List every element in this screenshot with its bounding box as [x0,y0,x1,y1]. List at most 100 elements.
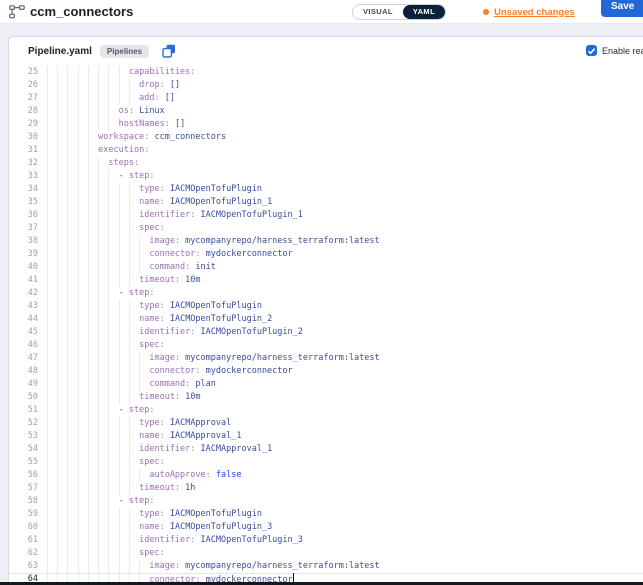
yaml-key: image [149,236,175,246]
indent-guide [67,352,77,365]
indent-guide [119,547,129,560]
yaml-value: IACMApproval_1 [165,431,242,441]
yaml-key: type [139,301,159,311]
indent-guide [47,196,57,209]
line-number: 26 [9,79,47,92]
code-line[interactable]: 57timeout: 1h [9,482,643,495]
code-line[interactable]: 29hostNames: [] [9,118,643,131]
code-line[interactable]: 43type: IACMOpenTofuPlugin [9,300,643,313]
code-line[interactable]: 51- step: [9,404,643,417]
code-line[interactable]: 42- step: [9,287,643,300]
indent-guide [78,339,88,352]
code-line[interactable]: 38image: mycompanyrepo/harness_terraform… [9,235,643,248]
yaml-key: type [139,509,159,519]
line-number: 29 [9,118,47,131]
code-line[interactable]: 48connector: mydockerconnector [9,365,643,378]
yaml-lines[interactable]: 25capabilities:26drop: []27add: []28os: … [9,65,643,585]
code-line[interactable]: 56autoApprove: false [9,469,643,482]
line-number: 56 [9,469,47,482]
indent-guide [119,391,129,404]
indent-guide [108,248,118,261]
indent-guide [78,417,88,430]
checkbox-checked-icon[interactable] [586,45,597,56]
code-line[interactable]: 35name: IACMOpenTofuPlugin_1 [9,196,643,209]
line-number: 35 [9,196,47,209]
line-number: 39 [9,248,47,261]
indent-guide [129,365,139,378]
indent-guide [57,118,67,131]
indent-guide [57,222,67,235]
indent-guide [98,391,108,404]
code-line[interactable]: 27add: [] [9,92,643,105]
indent-guide [98,534,108,547]
unsaved-changes-link[interactable]: Unsaved changes [494,7,575,18]
indent-guide [98,508,108,521]
indent-guide [108,313,118,326]
code-line[interactable]: 41timeout: 10m [9,274,643,287]
save-button-label[interactable]: Save [601,0,643,17]
indent-guide [98,547,108,560]
indent-guide [88,391,98,404]
code-line[interactable]: 58- step: [9,495,643,508]
line-number: 31 [9,144,47,157]
indent-guide [57,339,67,352]
code-line[interactable]: 44name: IACMOpenTofuPlugin_2 [9,313,643,326]
code-line[interactable]: 39connector: mydockerconnector [9,248,643,261]
line-number: 40 [9,261,47,274]
code-line[interactable]: 59type: IACMOpenTofuPlugin [9,508,643,521]
code-line[interactable]: 25capabilities: [9,66,643,79]
indent-guide [119,521,129,534]
code-line[interactable]: 46spec: [9,339,643,352]
indent-guide [67,79,77,92]
indent-guide [88,261,98,274]
code-line[interactable]: 32steps: [9,157,643,170]
code-line[interactable]: 26drop: [] [9,79,643,92]
code-line[interactable]: 28os: Linux [9,105,643,118]
code-line[interactable]: 50timeout: 10m [9,391,643,404]
indent-guide [108,105,118,118]
code-line[interactable]: 34type: IACMOpenTofuPlugin [9,183,643,196]
code-line[interactable]: 40command: init [9,261,643,274]
indent-guide [98,66,108,79]
indent-guide [98,105,108,118]
code-text: execution: [47,144,643,157]
indent-guide [88,131,98,144]
code-line[interactable]: 54identifier: IACMApproval_1 [9,443,643,456]
indent-guide [119,417,129,430]
code-line[interactable]: 61identifier: IACMOpenTofuPlugin_3 [9,534,643,547]
code-line[interactable]: 36identifier: IACMOpenTofuPlugin_1 [9,209,643,222]
yaml-value: IACMOpenTofuPlugin_2 [165,314,272,324]
code-line[interactable]: 37spec: [9,222,643,235]
code-line[interactable]: 62spec: [9,547,643,560]
code-line[interactable]: 55spec: [9,456,643,469]
yaml-key: name [139,197,159,207]
code-line[interactable]: 63image: mycompanyrepo/harness_terraform… [9,560,643,573]
yaml-value: plan [190,379,216,389]
code-line[interactable]: 45identifier: IACMOpenTofuPlugin_2 [9,326,643,339]
yaml-value: IACMApproval [165,418,232,428]
code-line[interactable]: 60name: IACMOpenTofuPlugin_3 [9,521,643,534]
indent-guide [98,404,108,417]
indent-guide [108,326,118,339]
indent-guide [108,430,118,443]
save-button[interactable]: Save [601,0,643,17]
code-line[interactable]: 52type: IACMApproval [9,417,643,430]
code-line[interactable]: 53name: IACMApproval_1 [9,430,643,443]
copy-icon[interactable] [162,44,176,58]
indent-guide [47,326,57,339]
code-line[interactable]: 31execution: [9,144,643,157]
code-line[interactable]: 47image: mycompanyrepo/harness_terraform… [9,352,643,365]
code-line[interactable]: 49command: plan [9,378,643,391]
unsaved-changes[interactable]: Unsaved changes [483,0,575,24]
yaml-key: spec [139,548,159,558]
visual-yaml-toggle[interactable]: VISUAL YAML [352,4,446,20]
enable-read-toggle[interactable]: Enable read/ [586,45,643,56]
code-line[interactable]: 33- step: [9,170,643,183]
yaml-key: step [129,496,149,506]
toggle-visual[interactable]: VISUAL [353,5,403,19]
indent-guide [108,534,118,547]
toggle-yaml[interactable]: YAML [403,5,445,19]
indent-guide [139,261,149,274]
code-line[interactable]: 30workspace: ccm_connectors [9,131,643,144]
indent-guide [98,495,108,508]
